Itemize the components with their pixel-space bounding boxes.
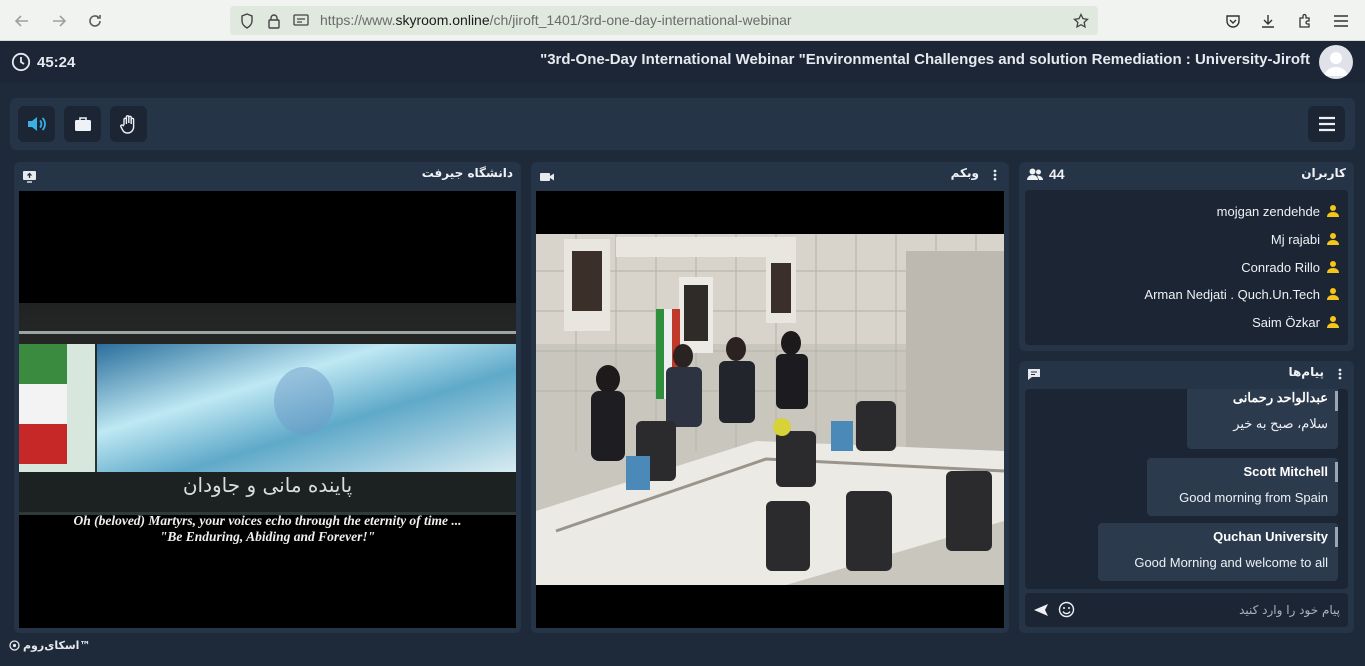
users-panel: 44 کاربران mojgan zendehde Mj rajabi Con… <box>1019 162 1354 351</box>
skyroom-logo-icon <box>9 640 20 651</box>
video-caption-english-1: Oh (beloved) Martyrs, your voices echo t… <box>73 513 462 528</box>
app-header: 45:24 "3rd-One-Day International Webinar… <box>0 41 1365 83</box>
user-icon <box>1327 205 1339 217</box>
lock-icon[interactable] <box>265 12 283 30</box>
message-text: سلام، صبح به خیر <box>1233 416 1328 431</box>
users-group-icon <box>1027 168 1043 180</box>
webcam-frame <box>536 191 1004 628</box>
webcam-header: وبکم <box>531 162 1009 188</box>
bookmark-star-icon[interactable] <box>1072 12 1090 30</box>
users-header: 44 کاربران <box>1019 162 1354 188</box>
url-text[interactable]: https://www.skyroom.online/ch/jiroft_140… <box>320 12 792 28</box>
video-caption-persian: پاینده مانی و جاودان <box>182 473 353 497</box>
speaker-button[interactable] <box>18 106 55 142</box>
screen-share-title: دانشگاه جیرفت <box>421 166 513 180</box>
speaker-icon <box>27 117 46 131</box>
back-arrow-icon[interactable] <box>10 9 34 33</box>
send-icon[interactable] <box>1033 602 1049 621</box>
page-title: "3rd-One-Day International Webinar "Envi… <box>540 51 1310 68</box>
messages-header: پیام‌ها <box>1019 361 1354 387</box>
shield-icon[interactable] <box>238 12 256 30</box>
list-item[interactable]: Conrado Rillo <box>1241 257 1340 277</box>
menu-icon[interactable] <box>1329 9 1353 33</box>
user-name: Conrado Rillo <box>1241 259 1320 275</box>
reload-icon[interactable] <box>83 9 107 33</box>
screen-share-panel: دانشگاه جیرفت پاینده مانی و جاودان Oh (b… <box>14 162 521 633</box>
users-count: 44 <box>1027 166 1065 182</box>
folder-button[interactable] <box>64 106 101 142</box>
avatar[interactable] <box>1319 45 1353 79</box>
chat-bubble-icon[interactable] <box>1027 366 1041 385</box>
chat-message[interactable]: عبدالواحد رحمانی سلام، صبح به خیر <box>1187 389 1338 449</box>
pocket-icon[interactable] <box>1221 9 1245 33</box>
user-name: Mj rajabi <box>1270 231 1320 247</box>
message-accent-bar <box>1335 527 1338 547</box>
user-name: Arman Nedjati . Quch.Un.Tech <box>1144 286 1320 302</box>
session-timer: 45:24 <box>11 52 75 72</box>
list-item[interactable]: Saim Özkar <box>1252 312 1340 332</box>
user-icon <box>1327 288 1339 300</box>
user-icon <box>1327 316 1339 328</box>
users-list: mojgan zendehde Mj rajabi Conrado Rillo … <box>1025 190 1348 345</box>
messages-panel: پیام‌ها عبدالواحد رحمانی سلام، صبح به خی… <box>1019 361 1354 633</box>
list-item[interactable]: Arman Nedjati . Quch.Un.Tech <box>1144 284 1340 304</box>
message-text: Good Morning and welcome to all <box>1134 555 1328 570</box>
list-item[interactable]: Mj rajabi <box>1271 229 1340 249</box>
chat-message[interactable]: Quchan University Good Morning and welco… <box>1098 523 1338 581</box>
message-author: عبدالواحد رحمانی <box>1232 390 1328 405</box>
extensions-icon[interactable] <box>1293 9 1317 33</box>
webcam-options-icon[interactable] <box>993 167 997 183</box>
message-author: Scott Mitchell <box>1243 464 1328 479</box>
users-title: کاربران <box>1301 166 1346 180</box>
screen-share-header: دانشگاه جیرفت <box>14 162 521 188</box>
users-count-value: 44 <box>1049 166 1065 182</box>
message-accent-bar <box>1335 462 1338 482</box>
user-icon <box>1327 261 1339 273</box>
message-author: Quchan University <box>1213 529 1328 544</box>
message-accent-bar <box>1335 391 1338 411</box>
chat-list: عبدالواحد رحمانی سلام، صبح به خیر Scott … <box>1025 389 1348 589</box>
url-domain: skyroom.online <box>395 12 490 28</box>
chat-input-bar <box>1025 593 1348 627</box>
video-caption-english-2: "Be Enduring, Abiding and Forever!" <box>159 529 376 544</box>
toolbar <box>10 98 1355 150</box>
emoji-icon[interactable] <box>1058 601 1075 622</box>
footer-brand[interactable]: اسکای‌روم™ <box>9 639 90 652</box>
camera-icon[interactable] <box>539 168 555 187</box>
hamburger-icon <box>1318 116 1335 132</box>
forward-arrow-icon[interactable] <box>47 9 71 33</box>
webcam-title: وبکم <box>950 166 979 180</box>
timer-value: 45:24 <box>37 53 76 71</box>
user-name: mojgan zendehde <box>1216 203 1320 219</box>
list-item[interactable]: mojgan zendehde <box>1217 201 1340 221</box>
screen-share-video[interactable]: پاینده مانی و جاودان Oh (beloved) Martyr… <box>19 191 516 628</box>
url-prefix: https://www. <box>320 12 396 28</box>
screen-share-icon[interactable] <box>22 168 37 187</box>
brand-name: اسکای‌روم™ <box>23 639 91 652</box>
url-bar[interactable]: https://www.skyroom.online/ch/jiroft_140… <box>230 6 1098 35</box>
message-text: Good morning from Spain <box>1179 490 1328 505</box>
user-name: Saim Özkar <box>1252 314 1320 330</box>
message-input[interactable] <box>1085 599 1340 621</box>
hand-icon <box>119 115 134 134</box>
messages-title: پیام‌ها <box>1288 365 1324 379</box>
page-info-icon[interactable] <box>292 12 310 30</box>
clock-icon <box>11 52 31 72</box>
webcam-video[interactable] <box>536 191 1004 628</box>
hamburger-menu-button[interactable] <box>1308 106 1345 142</box>
messages-options-icon[interactable] <box>1338 366 1342 382</box>
webcam-panel: وبکم <box>531 162 1009 633</box>
url-path: /ch/jiroft_1401/3rd-one-day-internationa… <box>489 12 792 28</box>
chat-message[interactable]: Scott Mitchell Good morning from Spain <box>1147 458 1338 516</box>
raise-hand-button[interactable] <box>110 106 147 142</box>
user-icon <box>1327 233 1339 245</box>
download-icon[interactable] <box>1256 9 1280 33</box>
browser-toolbar: https://www.skyroom.online/ch/jiroft_140… <box>0 0 1365 41</box>
screen-share-frame <box>19 191 516 628</box>
briefcase-icon <box>74 117 91 131</box>
